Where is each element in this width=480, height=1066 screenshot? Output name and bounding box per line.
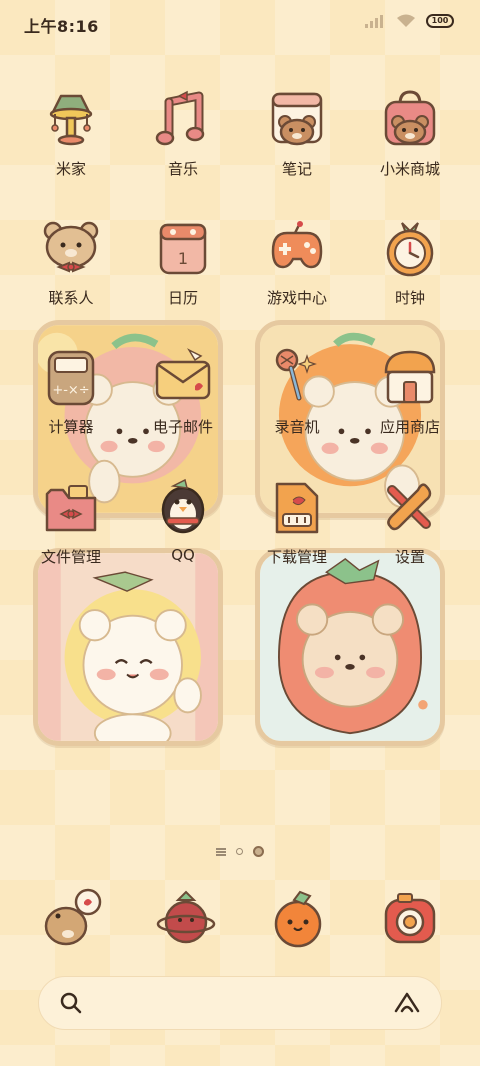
- app-label: 设置: [394, 548, 425, 566]
- dock-app-2[interactable]: [154, 886, 218, 950]
- battery-icon: 100: [426, 14, 454, 28]
- app-mi-store[interactable]: 小米商城: [360, 88, 460, 198]
- app-file-manager[interactable]: 文件管理: [21, 476, 121, 586]
- search-bar[interactable]: [38, 976, 442, 1030]
- folder-bow-icon: [45, 485, 97, 532]
- planet-strawberry-icon: [156, 890, 216, 944]
- app-download-manager[interactable]: 下载管理: [247, 476, 347, 586]
- status-time: 上午8:16: [24, 17, 99, 36]
- dock-app-4[interactable]: [378, 886, 442, 950]
- search-icon[interactable]: [59, 991, 83, 1015]
- app-calculator[interactable]: +-×÷ 计算器: [21, 346, 121, 456]
- app-music[interactable]: 音乐: [133, 88, 233, 198]
- app-label: 音乐: [167, 160, 198, 178]
- envelope-icon: [155, 348, 211, 400]
- download-file-icon: [275, 482, 319, 534]
- app-mijia[interactable]: 米家: [21, 88, 121, 198]
- signal-icon: [365, 15, 383, 28]
- gamepad-icon: [271, 221, 323, 269]
- microphone-icon: [275, 348, 317, 401]
- app-label: 日历: [167, 289, 198, 307]
- app-label: 时钟: [394, 289, 425, 307]
- app-label: 笔记: [281, 160, 312, 178]
- app-label: 应用商店: [379, 418, 440, 436]
- page-dot-active: [253, 846, 264, 857]
- page-indicator[interactable]: [0, 846, 480, 857]
- page-dot: [236, 848, 243, 855]
- calculator-keys: +-×÷: [52, 383, 89, 398]
- app-label: QQ: [171, 546, 195, 564]
- app-label: 联系人: [48, 289, 94, 307]
- app-game-center[interactable]: 游戏中心: [247, 217, 347, 327]
- dock-app-3[interactable]: [266, 886, 330, 950]
- bear-chat-bubble-icon: [44, 888, 102, 946]
- app-clock[interactable]: 时钟: [360, 217, 460, 327]
- wrench-screwdriver-icon: [387, 483, 432, 531]
- app-label: 小米商城: [379, 160, 440, 178]
- app-recorder[interactable]: 录音机: [247, 346, 347, 456]
- bear-bowtie-icon: [43, 221, 99, 273]
- page-list-indicator-icon: [216, 847, 226, 856]
- lamp-icon: [49, 94, 93, 146]
- wifi-icon: [397, 14, 415, 27]
- clock-icon: [386, 222, 434, 277]
- app-calendar[interactable]: 1 日历: [133, 217, 233, 327]
- status-icons: 100: [364, 14, 454, 28]
- bear-shopping-bag-icon: [384, 90, 436, 146]
- battery-level: 100: [431, 16, 449, 25]
- app-notes[interactable]: 笔记: [247, 88, 347, 198]
- app-settings[interactable]: 设置: [360, 476, 460, 586]
- bear-notepad-icon: [271, 92, 323, 146]
- xiaoai-icon[interactable]: [393, 991, 421, 1015]
- dock: [0, 880, 480, 960]
- calendar-icon: 1: [159, 223, 207, 275]
- music-note-icon: [155, 90, 205, 146]
- tangerine-icon: [274, 890, 322, 948]
- calendar-date: 1: [178, 249, 188, 268]
- app-label: 文件管理: [40, 548, 101, 566]
- app-email[interactable]: 电子邮件: [133, 346, 233, 456]
- app-label: 计算器: [48, 418, 94, 436]
- shop-house-icon: [384, 350, 436, 404]
- penguin-icon: [161, 478, 205, 534]
- status-bar: 上午8:16 100: [0, 0, 480, 44]
- camera-donut-icon: [384, 893, 436, 944]
- app-label: 录音机: [274, 418, 320, 436]
- calculator-icon: +-×÷: [47, 350, 95, 406]
- app-qq[interactable]: QQ: [133, 476, 233, 586]
- app-label: 米家: [55, 160, 86, 178]
- app-label: 下载管理: [266, 548, 327, 566]
- app-label: 电子邮件: [152, 418, 213, 436]
- app-label: 游戏中心: [266, 289, 327, 307]
- dock-app-1[interactable]: [40, 886, 104, 950]
- app-app-store[interactable]: 应用商店: [360, 346, 460, 456]
- app-contacts[interactable]: 联系人: [21, 217, 121, 327]
